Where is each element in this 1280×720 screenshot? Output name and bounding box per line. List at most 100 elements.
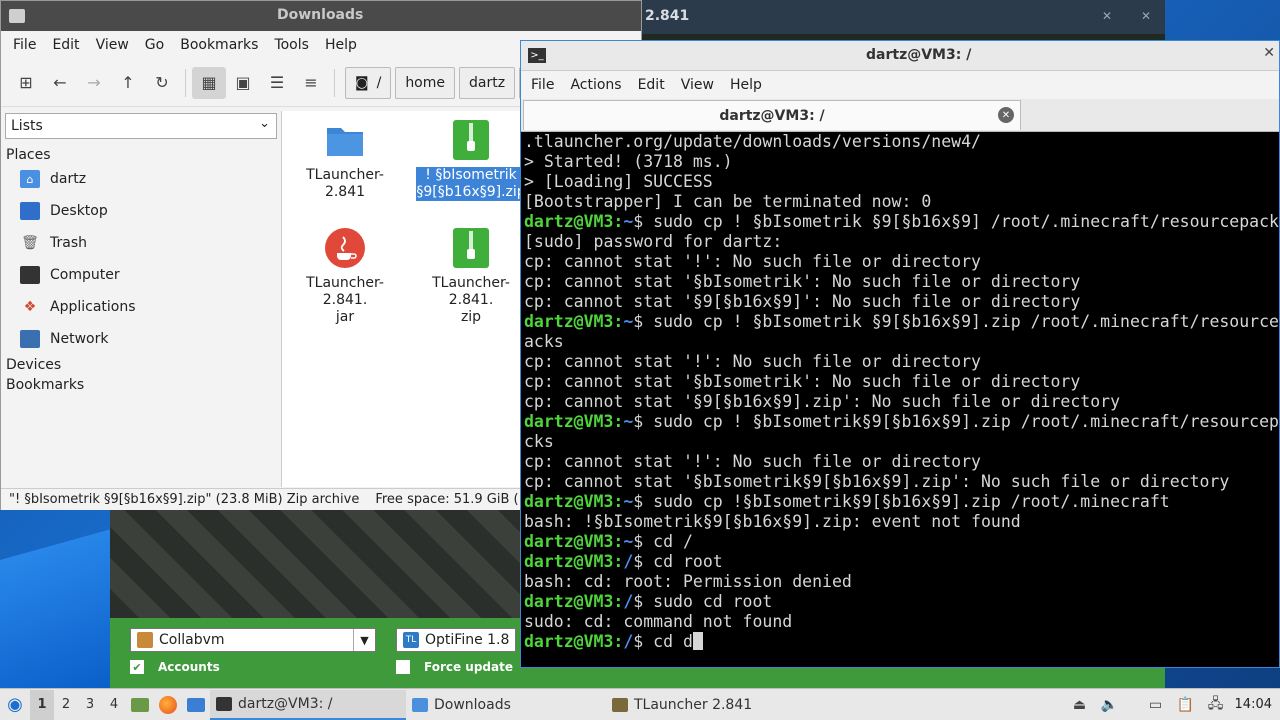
workspace-2[interactable]: 2	[54, 690, 78, 720]
clipboard-icon[interactable]: 📋	[1171, 697, 1201, 713]
eject-icon[interactable]: ⏏	[1065, 697, 1095, 713]
terminal-output-line: bash: cd: root: Permission denied	[524, 572, 852, 591]
terminal-tab[interactable]: dartz@VM3: / ✕	[523, 100, 1021, 130]
menu-actions[interactable]: Actions	[562, 77, 629, 93]
sidebar-item-dartz[interactable]: ⌂ dartz	[3, 163, 279, 195]
workspace-1[interactable]: 1	[30, 689, 54, 720]
menu-tools[interactable]: Tools	[266, 37, 317, 53]
terminal-output-line: sudo: cd: command not found	[524, 612, 793, 631]
display-icon[interactable]: ▭	[1141, 697, 1171, 713]
menu-edit[interactable]: Edit	[630, 77, 673, 93]
reload-icon[interactable]: ↻	[145, 67, 179, 99]
prompt-path: ~	[623, 212, 634, 231]
checkbox-empty[interactable]	[396, 660, 410, 674]
task-tlauncher[interactable]: TLauncher 2.841	[606, 690, 806, 720]
side-pane-mode-select[interactable]: Lists ⌄	[5, 113, 277, 139]
task-terminal[interactable]: dartz@VM3: /	[210, 689, 406, 720]
sidebar-item-network[interactable]: Network	[3, 323, 279, 355]
start-menu-icon[interactable]: ◉	[0, 690, 30, 720]
prompt-user: dartz@VM3	[524, 312, 614, 331]
file-item[interactable]: TLauncher-2.841	[290, 119, 400, 201]
prompt-separator: :	[613, 212, 624, 231]
task-downloads[interactable]: Downloads	[406, 690, 606, 720]
close-icon[interactable]: ✕	[1263, 45, 1275, 61]
back-arrow-icon[interactable]: ←	[43, 67, 77, 99]
breadcrumb-root[interactable]: ◙ /	[345, 66, 392, 99]
menu-view[interactable]: View	[88, 37, 137, 53]
firefox-icon[interactable]	[154, 690, 182, 720]
prompt-command: $ sudo cd root	[633, 592, 773, 611]
prompt-path: ~	[623, 532, 634, 551]
clock[interactable]: 14:04	[1231, 697, 1280, 712]
menu-edit[interactable]: Edit	[44, 37, 87, 53]
profile-select[interactable]: Collabvm ▼	[130, 628, 376, 652]
terminal-output-line: [sudo] password for dartz:	[524, 232, 783, 251]
applications-icon: ❖	[23, 299, 37, 315]
version-select[interactable]: TL OptiFine 1.8	[396, 628, 516, 652]
menu-help[interactable]: Help	[722, 77, 770, 93]
terminal-output-line: cp: cannot stat '§bIsometrik§9[§b16x§9].…	[524, 472, 1230, 491]
file-item[interactable]: TLauncher-2.841. zip	[416, 227, 526, 326]
new-window-icon[interactable]: ⊞	[9, 67, 43, 99]
compact-view-icon[interactable]: ☰	[260, 67, 294, 99]
breadcrumb-root-label: /	[376, 74, 382, 91]
file-manager-titlebar[interactable]: Downloads	[1, 1, 641, 31]
prompt-user: dartz@VM3	[524, 592, 614, 611]
prompt-command: $ sudo cp ! §bIsometrik§9[§b16x§9].zip /…	[633, 412, 1279, 431]
terminal-prompt-line: dartz@VM3:/$ cd root	[524, 552, 1279, 572]
network-icon[interactable]: 🖧	[1201, 693, 1231, 717]
devices-header[interactable]: Devices	[3, 357, 279, 373]
show-desktop-icon[interactable]	[182, 690, 210, 720]
file-name-line2: jar	[335, 309, 355, 325]
terminal-prompt-line: dartz@VM3:~$ sudo cp ! §bIsometrik §9[§b…	[524, 312, 1279, 332]
prompt-user: dartz@VM3	[524, 552, 614, 571]
thumbnail-view-icon[interactable]: ▣	[226, 67, 260, 99]
taskbar: ◉ 1 2 3 4 dartz@VM3: / Downloads TLaunch…	[0, 688, 1280, 720]
prompt-command: $ cd d	[633, 632, 693, 651]
menu-bookmarks[interactable]: Bookmarks	[172, 37, 266, 53]
chevron-down-icon[interactable]: ⌄	[259, 116, 270, 131]
menu-view[interactable]: View	[673, 77, 722, 93]
up-arrow-icon[interactable]: ↑	[111, 67, 145, 99]
menu-go[interactable]: Go	[137, 37, 172, 53]
prompt-separator: :	[613, 552, 624, 571]
file-item[interactable]: TLauncher-2.841. jar	[290, 227, 400, 326]
terminal-output-line: acks	[524, 332, 564, 351]
task-label: Downloads	[434, 696, 511, 713]
file-item-selected[interactable]: ! §bIsometrik §9[§b16x§9].zip	[416, 119, 526, 201]
detailed-list-view-icon[interactable]: ≡	[294, 67, 328, 99]
places-header[interactable]: Places	[3, 147, 279, 163]
force-update-checkbox[interactable]: Force update	[396, 660, 513, 674]
sidebar-item-computer[interactable]: Computer	[3, 259, 279, 291]
chevron-down-icon[interactable]: ▼	[353, 629, 375, 651]
file-manager-launcher-icon[interactable]	[126, 690, 154, 720]
terminal-titlebar[interactable]: >_ dartz@VM3: / ✕	[521, 41, 1279, 71]
forward-arrow-icon[interactable]: →	[77, 67, 111, 99]
breadcrumb-home[interactable]: home	[395, 66, 456, 99]
menu-file[interactable]: File	[5, 37, 44, 53]
close-tab-icon[interactable]: ✕	[998, 107, 1014, 123]
terminal-icon	[216, 696, 232, 711]
workspace-4[interactable]: 4	[102, 690, 126, 720]
icon-view-icon[interactable]: ▦	[192, 66, 226, 99]
prompt-path: /	[623, 592, 634, 611]
terminal-output[interactable]: .tlauncher.org/update/downloads/versions…	[521, 132, 1279, 666]
prompt-user: dartz@VM3	[524, 492, 614, 511]
volume-icon[interactable]: 🔈	[1095, 697, 1125, 713]
close-icon[interactable]: ✕	[1141, 9, 1151, 23]
bookmarks-header[interactable]: Bookmarks	[3, 377, 279, 393]
terminal-window[interactable]: >_ dartz@VM3: / ✕ File Actions Edit View…	[520, 40, 1280, 668]
zip-archive-icon	[450, 227, 492, 269]
accounts-checkbox[interactable]: ✔ Accounts	[130, 660, 220, 674]
check-icon[interactable]: ✔	[130, 660, 144, 674]
sidebar-item-desktop[interactable]: Desktop	[3, 195, 279, 227]
sidebar-item-trash[interactable]: 🗑 Trash	[3, 227, 279, 259]
sidebar-item-applications[interactable]: ❖ Applications	[3, 291, 279, 323]
menu-help[interactable]: Help	[317, 37, 365, 53]
prompt-user: dartz@VM3	[524, 412, 614, 431]
breadcrumb-dartz[interactable]: dartz	[459, 66, 516, 99]
status-free-space: Free space: 51.9 GiB (	[375, 492, 519, 507]
menu-file[interactable]: File	[523, 77, 562, 93]
close-icon[interactable]: ✕	[1102, 9, 1112, 23]
workspace-3[interactable]: 3	[78, 690, 102, 720]
